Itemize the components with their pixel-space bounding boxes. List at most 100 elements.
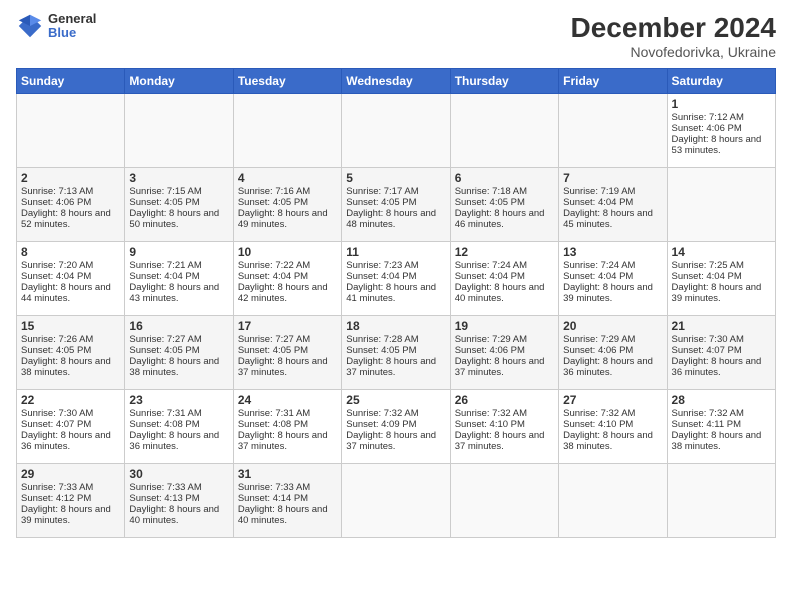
logo-text: General Blue (48, 12, 96, 41)
calendar-cell (125, 94, 233, 168)
sunset-label: Sunset: 4:06 PM (455, 345, 525, 356)
day-number: 11 (346, 245, 445, 259)
day-number: 15 (21, 319, 120, 333)
calendar-cell: 24Sunrise: 7:31 AMSunset: 4:08 PMDayligh… (233, 390, 341, 464)
calendar-cell: 23Sunrise: 7:31 AMSunset: 4:08 PMDayligh… (125, 390, 233, 464)
main-title: December 2024 (571, 12, 776, 44)
header: General Blue December 2024 Novofedorivka… (16, 12, 776, 60)
sunrise-label: Sunrise: 7:33 AM (238, 482, 310, 493)
calendar-cell (450, 94, 558, 168)
sunrise-label: Sunrise: 7:12 AM (672, 112, 744, 123)
sunrise-label: Sunrise: 7:33 AM (129, 482, 201, 493)
daylight-label: Daylight: 8 hours and 38 minutes. (129, 356, 219, 378)
calendar-cell: 31Sunrise: 7:33 AMSunset: 4:14 PMDayligh… (233, 464, 341, 538)
daylight-label: Daylight: 8 hours and 36 minutes. (563, 356, 653, 378)
sunset-label: Sunset: 4:05 PM (238, 345, 308, 356)
day-number: 8 (21, 245, 120, 259)
sunset-label: Sunset: 4:05 PM (129, 345, 199, 356)
sunset-label: Sunset: 4:04 PM (672, 271, 742, 282)
daylight-label: Daylight: 8 hours and 44 minutes. (21, 282, 111, 304)
sunrise-label: Sunrise: 7:31 AM (129, 408, 201, 419)
calendar-cell: 2Sunrise: 7:13 AMSunset: 4:06 PMDaylight… (17, 168, 125, 242)
daylight-label: Daylight: 8 hours and 36 minutes. (129, 430, 219, 452)
sunset-label: Sunset: 4:06 PM (563, 345, 633, 356)
daylight-label: Daylight: 8 hours and 37 minutes. (455, 430, 545, 452)
daylight-label: Daylight: 8 hours and 37 minutes. (346, 430, 436, 452)
week-row-4: 22Sunrise: 7:30 AMSunset: 4:07 PMDayligh… (17, 390, 776, 464)
daylight-label: Daylight: 8 hours and 39 minutes. (672, 282, 762, 304)
header-row: SundayMondayTuesdayWednesdayThursdayFrid… (17, 69, 776, 94)
calendar-cell (667, 464, 775, 538)
calendar-cell (342, 94, 450, 168)
sunset-label: Sunset: 4:04 PM (455, 271, 525, 282)
day-number: 27 (563, 393, 662, 407)
sunrise-label: Sunrise: 7:32 AM (563, 408, 635, 419)
day-number: 13 (563, 245, 662, 259)
sunset-label: Sunset: 4:04 PM (346, 271, 416, 282)
sunset-label: Sunset: 4:06 PM (21, 197, 91, 208)
day-number: 24 (238, 393, 337, 407)
sunrise-label: Sunrise: 7:25 AM (672, 260, 744, 271)
day-number: 18 (346, 319, 445, 333)
day-number: 2 (21, 171, 120, 185)
calendar-cell: 11Sunrise: 7:23 AMSunset: 4:04 PMDayligh… (342, 242, 450, 316)
calendar-cell: 18Sunrise: 7:28 AMSunset: 4:05 PMDayligh… (342, 316, 450, 390)
sunrise-label: Sunrise: 7:24 AM (563, 260, 635, 271)
sunset-label: Sunset: 4:06 PM (672, 123, 742, 134)
sunrise-label: Sunrise: 7:33 AM (21, 482, 93, 493)
day-number: 4 (238, 171, 337, 185)
daylight-label: Daylight: 8 hours and 37 minutes. (346, 356, 436, 378)
day-number: 3 (129, 171, 228, 185)
daylight-label: Daylight: 8 hours and 38 minutes. (672, 430, 762, 452)
sunset-label: Sunset: 4:04 PM (129, 271, 199, 282)
daylight-label: Daylight: 8 hours and 38 minutes. (21, 356, 111, 378)
subtitle: Novofedorivka, Ukraine (571, 44, 776, 60)
sunset-label: Sunset: 4:05 PM (346, 197, 416, 208)
sunset-label: Sunset: 4:07 PM (672, 345, 742, 356)
calendar-cell: 17Sunrise: 7:27 AMSunset: 4:05 PMDayligh… (233, 316, 341, 390)
sunset-label: Sunset: 4:04 PM (563, 271, 633, 282)
daylight-label: Daylight: 8 hours and 43 minutes. (129, 282, 219, 304)
calendar-cell: 21Sunrise: 7:30 AMSunset: 4:07 PMDayligh… (667, 316, 775, 390)
calendar-cell: 4Sunrise: 7:16 AMSunset: 4:05 PMDaylight… (233, 168, 341, 242)
title-block: December 2024 Novofedorivka, Ukraine (571, 12, 776, 60)
header-friday: Friday (559, 69, 667, 94)
daylight-label: Daylight: 8 hours and 45 minutes. (563, 208, 653, 230)
sunrise-label: Sunrise: 7:29 AM (455, 334, 527, 345)
day-number: 26 (455, 393, 554, 407)
calendar-cell: 19Sunrise: 7:29 AMSunset: 4:06 PMDayligh… (450, 316, 558, 390)
logo-blue: Blue (48, 26, 96, 40)
header-tuesday: Tuesday (233, 69, 341, 94)
daylight-label: Daylight: 8 hours and 36 minutes. (21, 430, 111, 452)
sunrise-label: Sunrise: 7:23 AM (346, 260, 418, 271)
day-number: 29 (21, 467, 120, 481)
calendar-cell (450, 464, 558, 538)
calendar-cell: 22Sunrise: 7:30 AMSunset: 4:07 PMDayligh… (17, 390, 125, 464)
sunset-label: Sunset: 4:11 PM (672, 419, 742, 430)
sunset-label: Sunset: 4:04 PM (563, 197, 633, 208)
calendar-cell: 14Sunrise: 7:25 AMSunset: 4:04 PMDayligh… (667, 242, 775, 316)
logo-icon (16, 12, 44, 40)
week-row-0: 1Sunrise: 7:12 AMSunset: 4:06 PMDaylight… (17, 94, 776, 168)
sunrise-label: Sunrise: 7:30 AM (672, 334, 744, 345)
calendar-cell (17, 94, 125, 168)
daylight-label: Daylight: 8 hours and 39 minutes. (563, 282, 653, 304)
day-number: 31 (238, 467, 337, 481)
sunset-label: Sunset: 4:04 PM (21, 271, 91, 282)
day-number: 21 (672, 319, 771, 333)
day-number: 23 (129, 393, 228, 407)
sunset-label: Sunset: 4:08 PM (238, 419, 308, 430)
header-monday: Monday (125, 69, 233, 94)
sunset-label: Sunset: 4:10 PM (455, 419, 525, 430)
sunrise-label: Sunrise: 7:19 AM (563, 186, 635, 197)
calendar-cell: 3Sunrise: 7:15 AMSunset: 4:05 PMDaylight… (125, 168, 233, 242)
calendar-cell: 25Sunrise: 7:32 AMSunset: 4:09 PMDayligh… (342, 390, 450, 464)
sunset-label: Sunset: 4:07 PM (21, 419, 91, 430)
sunset-label: Sunset: 4:05 PM (455, 197, 525, 208)
sunrise-label: Sunrise: 7:17 AM (346, 186, 418, 197)
sunrise-label: Sunrise: 7:16 AM (238, 186, 310, 197)
calendar-cell: 13Sunrise: 7:24 AMSunset: 4:04 PMDayligh… (559, 242, 667, 316)
calendar-cell: 5Sunrise: 7:17 AMSunset: 4:05 PMDaylight… (342, 168, 450, 242)
calendar-cell: 29Sunrise: 7:33 AMSunset: 4:12 PMDayligh… (17, 464, 125, 538)
sunrise-label: Sunrise: 7:20 AM (21, 260, 93, 271)
